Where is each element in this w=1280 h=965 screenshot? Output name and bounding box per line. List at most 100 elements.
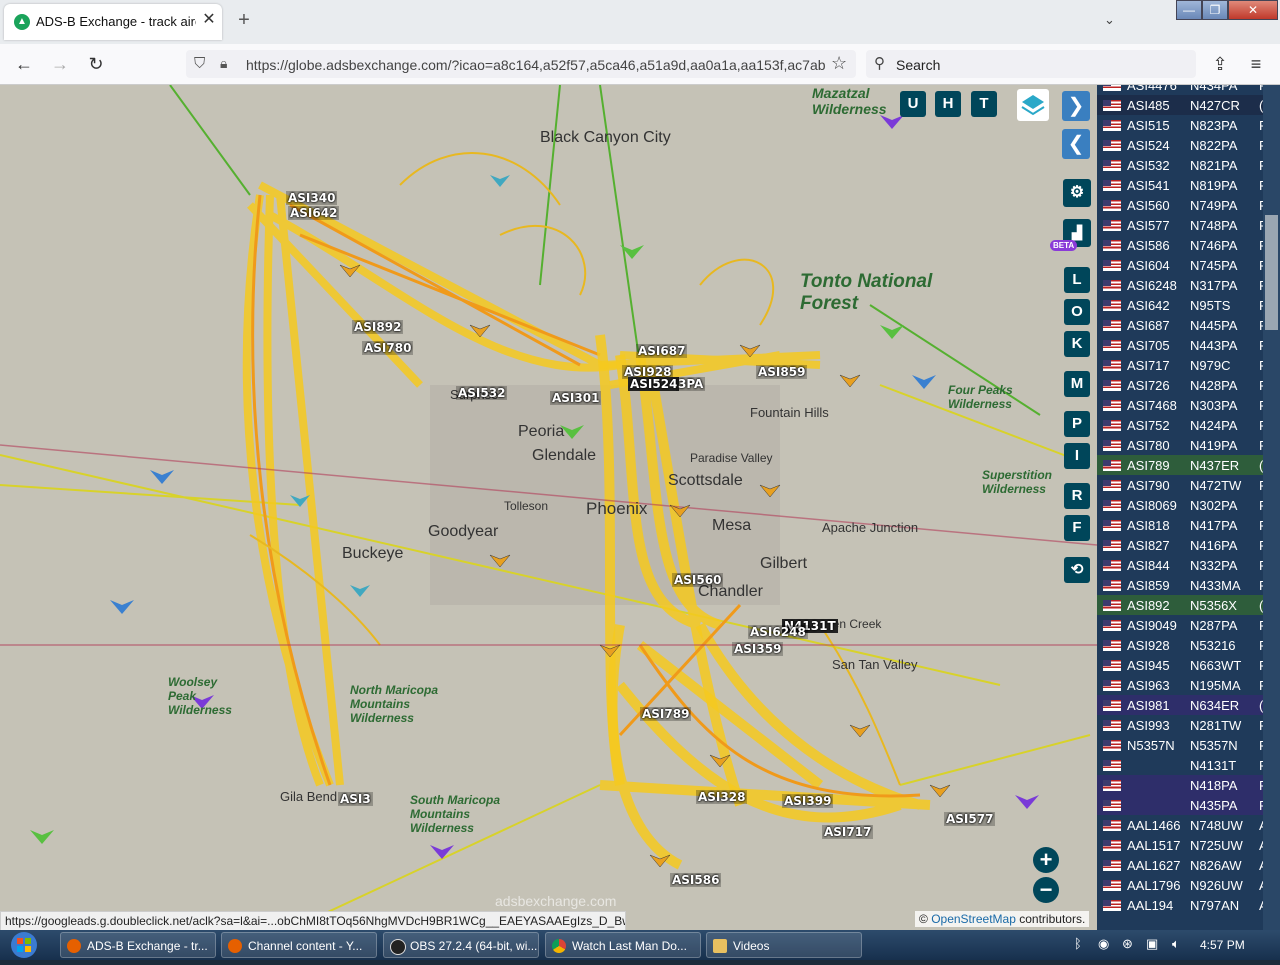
aircraft-tag[interactable]: ASI560	[672, 573, 724, 587]
aircraft-list-row[interactable]: ASI8069N302PAF	[1097, 495, 1267, 515]
aircraft-tag-selected[interactable]: ASI524	[628, 377, 680, 391]
aircraft-tag[interactable]: ASI892	[352, 320, 404, 334]
clock[interactable]: 4:57 PM	[1200, 938, 1245, 952]
share-icon[interactable]: ⇪	[1208, 52, 1232, 76]
minimize-button[interactable]: —	[1176, 0, 1202, 20]
sidebar-scrollbar[interactable]	[1263, 85, 1280, 930]
aircraft-list-row[interactable]: ASI560N749PAF	[1097, 195, 1267, 215]
aircraft-list-row[interactable]: ASI9049N287PAF	[1097, 615, 1267, 635]
toggle-button-r[interactable]: R	[1064, 483, 1090, 509]
aircraft-list-row[interactable]: ASI827N416PAF	[1097, 535, 1267, 555]
zoom-out-button[interactable]: −	[1033, 877, 1059, 903]
toggle-button-i[interactable]: I	[1064, 443, 1090, 469]
aircraft-list-row[interactable]: ASI515N823PAF	[1097, 115, 1267, 135]
aircraft-list-row[interactable]: AAL194N797ANA	[1097, 895, 1268, 915]
aircraft-list-row[interactable]: ASI705N443PAF	[1097, 335, 1267, 355]
search-input[interactable]: ⚲ Search	[866, 50, 1196, 78]
aircraft-list-row[interactable]: AAL1627N826AWA	[1097, 855, 1268, 875]
aircraft-list-row[interactable]: ASI541N819PAF	[1097, 175, 1267, 195]
aircraft-tag[interactable]: ASI532	[456, 386, 508, 400]
menu-icon[interactable]: ≡	[1244, 52, 1268, 76]
toggle-button-f[interactable]: F	[1064, 515, 1090, 541]
bluetooth-icon[interactable]: ᛒ	[1074, 936, 1082, 951]
settings-gear-icon[interactable]: ⚙	[1063, 179, 1091, 207]
aircraft-list-row[interactable]: ASI485 N427CR(	[1097, 95, 1267, 115]
aircraft-tag[interactable]: ASI859	[756, 365, 808, 379]
toggle-button-p[interactable]: P	[1064, 411, 1090, 437]
tab-list-button[interactable]: ⌄	[1104, 12, 1115, 28]
toggle-button-o[interactable]: O	[1064, 299, 1090, 325]
aircraft-list-row[interactable]: ASI4476N434PAF	[1097, 85, 1267, 95]
url-bar[interactable]: ⛉ 🔒︎ https://globe.adsbexchange.com/?ica…	[186, 50, 856, 78]
aircraft-list-row[interactable]: ASI752N424PAF	[1097, 415, 1267, 435]
aircraft-list-row[interactable]: ASI687N445PAF	[1097, 315, 1267, 335]
layer-button-h[interactable]: H	[935, 91, 961, 117]
network-icon[interactable]: ▣	[1146, 936, 1158, 952]
steam-icon[interactable]: ◉	[1098, 936, 1109, 952]
new-tab-button[interactable]: +	[234, 10, 254, 30]
aircraft-tag[interactable]: ASI328	[696, 790, 748, 804]
tracking-shield-icon[interactable]: ⛉	[194, 55, 205, 72]
aircraft-list-sidebar[interactable]: ASI4476N434PAFASI485N427CR(ASI515N823PAF…	[1097, 85, 1280, 930]
back-button[interactable]: ←	[12, 52, 36, 76]
aircraft-list-row[interactable]: AAL1466N748UWA	[1097, 815, 1268, 835]
aircraft-list-row[interactable]: ASI7468N303PAF	[1097, 395, 1267, 415]
aircraft-list-row[interactable]: AAL1517N725UWA	[1097, 835, 1268, 855]
close-window-button[interactable]: ✕	[1228, 0, 1278, 20]
reload-button[interactable]: ↻	[84, 52, 108, 76]
aircraft-tag[interactable]: 3PA	[676, 377, 706, 391]
openstreetmap-link[interactable]: OpenStreetMap	[931, 912, 1016, 926]
aircraft-list-row[interactable]: ASI928N53216F	[1097, 635, 1267, 655]
flight-map[interactable]: Black Canyon City Tonto National Forest …	[0, 85, 1097, 930]
taskbar-item-firefox-adsb[interactable]: ADS-B Exchange - tr...	[60, 932, 216, 958]
aircraft-list-row[interactable]: ASI586N746PAF	[1097, 235, 1267, 255]
aircraft-tag[interactable]: ASI301	[550, 391, 602, 405]
forward-button[interactable]: →	[48, 52, 72, 76]
lock-icon[interactable]: 🔒︎	[220, 55, 227, 72]
aircraft-list-row[interactable]: ASI818N417PAF	[1097, 515, 1267, 535]
aircraft-list-row[interactable]: ASI945N663WTF	[1097, 655, 1267, 675]
taskbar-item-firefox-youtube[interactable]: Channel content - Y...	[221, 932, 377, 958]
url-text[interactable]: https://globe.adsbexchange.com/?icao=a8c…	[246, 57, 826, 73]
aircraft-list-row[interactable]: ASI780N419PAF	[1097, 435, 1267, 455]
aircraft-list-row[interactable]: ASI859N433MAF	[1097, 575, 1267, 595]
aircraft-tag[interactable]: ASI586	[670, 873, 722, 887]
aircraft-list-row[interactable]: N418PAF	[1097, 775, 1267, 795]
taskbar-item-chrome[interactable]: Watch Last Man Do...	[545, 932, 701, 958]
aircraft-list-row[interactable]: ASI963N195MAF	[1097, 675, 1267, 695]
aircraft-list-row[interactable]: ASI6248N317PAF	[1097, 275, 1267, 295]
aircraft-list-row[interactable]: N435PAF	[1097, 795, 1267, 815]
bookmark-star-icon[interactable]: ☆	[831, 53, 847, 74]
aircraft-tag[interactable]: ASI789	[640, 707, 692, 721]
aircraft-list-row[interactable]: ASI532N821PAF	[1097, 155, 1267, 175]
aircraft-list-row[interactable]: ASI577N748PAF	[1097, 215, 1267, 235]
aircraft-list-row[interactable]: ASI604N745PAF	[1097, 255, 1267, 275]
replay-icon[interactable]: ⟲	[1064, 557, 1090, 583]
aircraft-list-row[interactable]: ASI892 N5356X(	[1097, 595, 1267, 615]
aircraft-list-row[interactable]: ASI790N472TWF	[1097, 475, 1267, 495]
layer-button-u[interactable]: U	[900, 91, 926, 117]
aircraft-tag[interactable]: ASI399	[782, 794, 834, 808]
obs-tray-icon[interactable]: ⊛	[1122, 936, 1133, 952]
aircraft-list-row[interactable]: AAL1796N926UWA	[1097, 875, 1268, 895]
tab-adsb[interactable]: ▲ ADS-B Exchange - track aircraft ✕	[4, 4, 222, 40]
toggle-button-m[interactable]: M	[1064, 371, 1090, 397]
aircraft-list-row[interactable]: ASI524N822PAF	[1097, 135, 1267, 155]
taskbar-item-obs[interactable]: OBS 27.2.4 (64-bit, wi...	[383, 932, 539, 958]
aircraft-list-row[interactable]: ASI844N332PAF	[1097, 555, 1267, 575]
aircraft-list-row[interactable]: ASI717N979CF	[1097, 355, 1267, 375]
expand-sidebar-icon[interactable]: ❯	[1062, 91, 1090, 121]
aircraft-tag[interactable]: ASI3	[338, 792, 373, 806]
aircraft-list-row[interactable]: ASI789 N437ER(	[1097, 455, 1267, 475]
toggle-button-k[interactable]: K	[1064, 331, 1090, 357]
aircraft-tag[interactable]: ASI642	[288, 206, 340, 220]
aircraft-tag[interactable]: ASI340	[286, 191, 338, 205]
aircraft-tag[interactable]: ASI780	[362, 341, 414, 355]
aircraft-tag[interactable]: ASI6248	[748, 625, 808, 639]
aircraft-list-row[interactable]: ASI642N95TSF	[1097, 295, 1267, 315]
aircraft-tag[interactable]: ASI687	[636, 344, 688, 358]
tab-close-button[interactable]: ✕	[200, 11, 218, 29]
aircraft-tag[interactable]: ASI359	[732, 642, 784, 656]
aircraft-list-row[interactable]: N4131TF	[1097, 755, 1267, 775]
aircraft-list-row[interactable]: N5357NN5357NF	[1097, 735, 1267, 755]
